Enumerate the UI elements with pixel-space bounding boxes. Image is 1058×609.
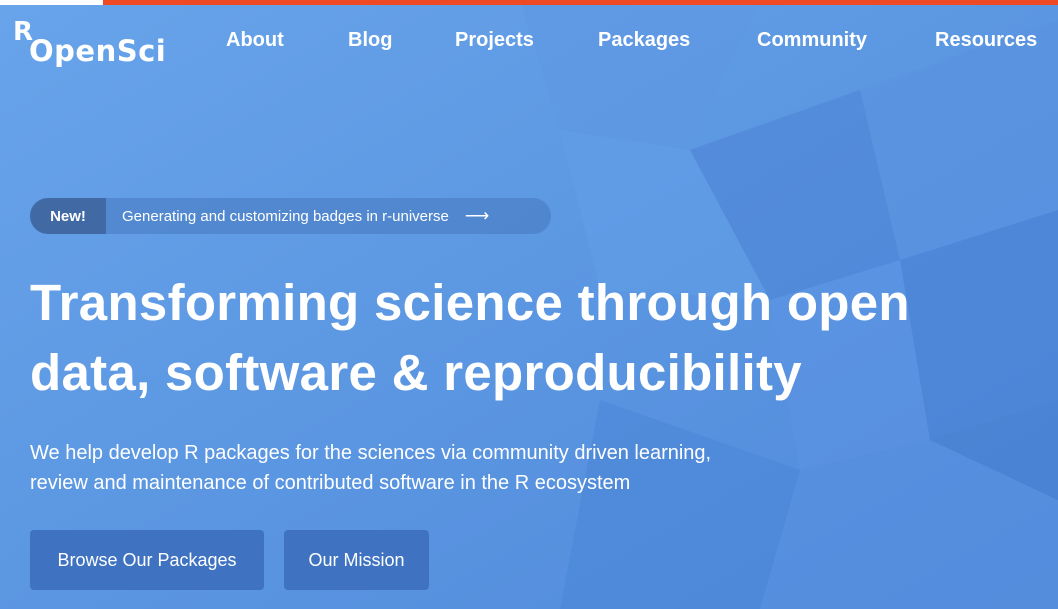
announcement-text: Generating and customizing badges in r-u… (122, 207, 449, 225)
nav-about[interactable]: About (226, 28, 284, 52)
new-tag: New! (30, 198, 106, 234)
hero-subtitle-line-1: We help develop R packages for the scien… (30, 442, 712, 464)
nav-projects[interactable]: Projects (455, 28, 534, 52)
hero-subtitle: We help develop R packages for the scien… (30, 438, 711, 498)
nav-blog[interactable]: Blog (348, 28, 392, 52)
announcement-badge[interactable]: New! Generating and customizing badges i… (30, 198, 551, 234)
ropensci-logo[interactable]: R OpenSci (13, 19, 173, 69)
site-header: R OpenSci About Blog Projects Packages C… (0, 5, 1058, 79)
hero-title: Transforming science through open data, … (30, 268, 910, 408)
hero-title-line-1: Transforming science through open (30, 274, 910, 331)
browse-packages-button[interactable]: Browse Our Packages (30, 530, 264, 590)
hero-title-line-2: data, software & reproducibility (30, 344, 802, 401)
hero-subtitle-line-2: review and maintenance of contributed so… (30, 472, 631, 494)
nav-community[interactable]: Community (757, 28, 867, 52)
nav-resources[interactable]: Resources (935, 28, 1037, 52)
our-mission-button[interactable]: Our Mission (284, 530, 429, 590)
logo-wordmark: OpenSci (29, 34, 167, 68)
nav-packages[interactable]: Packages (598, 28, 690, 52)
arrow-right-icon: ⟶ (464, 206, 490, 225)
